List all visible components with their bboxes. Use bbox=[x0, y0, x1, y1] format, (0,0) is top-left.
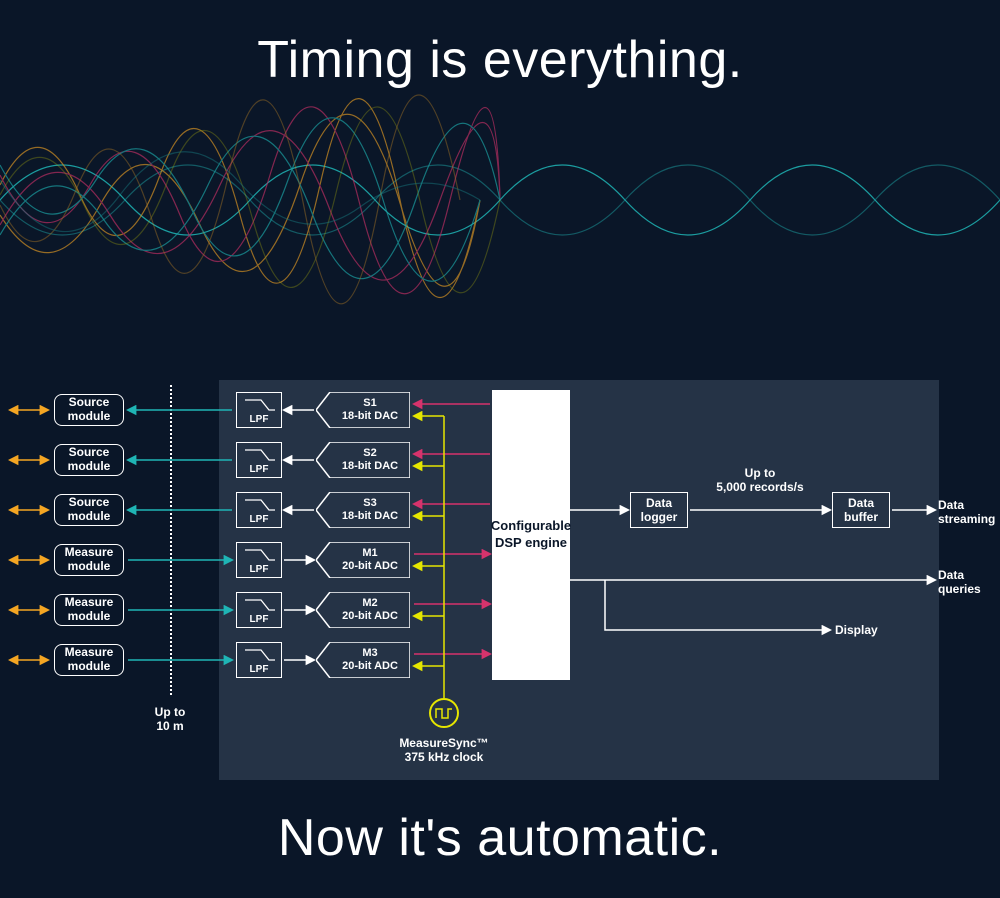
measure-module-3: Measure module bbox=[54, 644, 124, 676]
dac-desc: 18-bit DAC bbox=[342, 510, 398, 523]
dac-s3: S318-bit DAC bbox=[316, 492, 410, 528]
dac-s2: S218-bit DAC bbox=[316, 442, 410, 478]
dac-id: S2 bbox=[363, 447, 376, 460]
output-queries: Data queries bbox=[938, 568, 998, 597]
adc-id: M3 bbox=[362, 647, 377, 660]
lpf-label: LPF bbox=[250, 414, 269, 425]
dac-s1: S118-bit DAC bbox=[316, 392, 410, 428]
lpf-label: LPF bbox=[250, 564, 269, 575]
lpf-6: LPF bbox=[236, 642, 282, 678]
adc-desc: 20-bit ADC bbox=[342, 660, 398, 673]
data-logger: Data logger bbox=[630, 492, 688, 528]
lpf-3: LPF bbox=[236, 492, 282, 528]
lpf-label: LPF bbox=[250, 614, 269, 625]
clock-label: MeasureSync™ 375 kHz clock bbox=[384, 736, 504, 765]
records-label: Up to 5,000 records/s bbox=[700, 466, 820, 495]
dac-id: S1 bbox=[363, 397, 376, 410]
adc-m1: M120-bit ADC bbox=[316, 542, 410, 578]
lpf-label: LPF bbox=[250, 514, 269, 525]
lpf-label: LPF bbox=[250, 664, 269, 675]
adc-id: M2 bbox=[362, 597, 377, 610]
square-wave-icon bbox=[435, 706, 453, 720]
lpf-5: LPF bbox=[236, 592, 282, 628]
lpf-1: LPF bbox=[236, 392, 282, 428]
lpf-icon bbox=[243, 496, 277, 512]
adc-desc: 20-bit ADC bbox=[342, 610, 398, 623]
output-display: Display bbox=[835, 623, 895, 637]
lpf-icon bbox=[243, 596, 277, 612]
adc-m3: M320-bit ADC bbox=[316, 642, 410, 678]
lpf-2: LPF bbox=[236, 442, 282, 478]
dsp-core: Configurable DSP engine bbox=[492, 390, 570, 680]
headline-bottom: Now it's automatic. bbox=[0, 808, 1000, 868]
output-streaming: Data streaming bbox=[938, 498, 998, 527]
block-diagram: Up to 10 m bbox=[0, 380, 1000, 800]
lpf-label: LPF bbox=[250, 464, 269, 475]
source-module-1: Source module bbox=[54, 394, 124, 426]
lpf-4: LPF bbox=[236, 542, 282, 578]
adc-m2: M220-bit ADC bbox=[316, 592, 410, 628]
wave-graphic bbox=[0, 85, 1000, 315]
measure-module-2: Measure module bbox=[54, 594, 124, 626]
headline-top: Timing is everything. bbox=[0, 30, 1000, 90]
lpf-icon bbox=[243, 446, 277, 462]
adc-desc: 20-bit ADC bbox=[342, 560, 398, 573]
clock-icon bbox=[429, 698, 459, 728]
dac-id: S3 bbox=[363, 497, 376, 510]
data-buffer: Data buffer bbox=[832, 492, 890, 528]
lpf-icon bbox=[243, 396, 277, 412]
source-module-2: Source module bbox=[54, 444, 124, 476]
lpf-icon bbox=[243, 646, 277, 662]
source-module-3: Source module bbox=[54, 494, 124, 526]
lpf-icon bbox=[243, 546, 277, 562]
dac-desc: 18-bit DAC bbox=[342, 460, 398, 473]
measure-module-1: Measure module bbox=[54, 544, 124, 576]
adc-id: M1 bbox=[362, 547, 377, 560]
dac-desc: 18-bit DAC bbox=[342, 410, 398, 423]
